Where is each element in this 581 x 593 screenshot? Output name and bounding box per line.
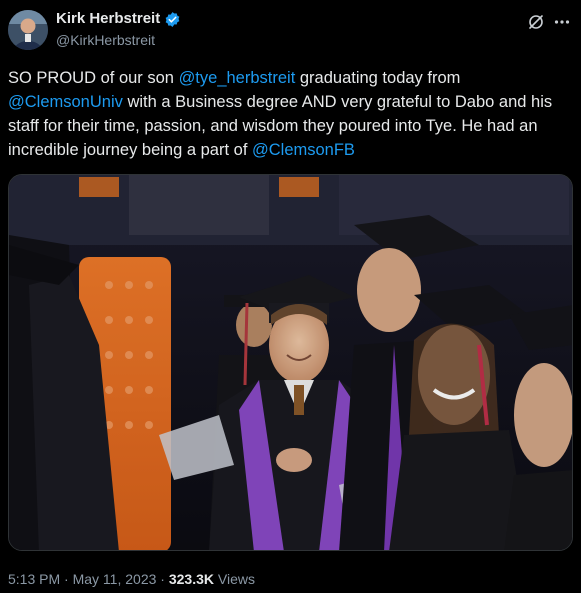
avatar[interactable]	[8, 10, 48, 50]
meta-separator: ·	[64, 571, 69, 587]
tweet-text-segment: graduating today from	[295, 69, 465, 87]
tweet-meta: 5:13 PM · May 11, 2023 · 323.3K Views	[8, 570, 255, 588]
tweet-photo[interactable]	[8, 174, 573, 551]
mention-link[interactable]: @ClemsonUniv	[8, 93, 123, 111]
author-name-row: Kirk Herbstreit	[56, 10, 181, 28]
meta-separator: ·	[160, 571, 165, 587]
tweet-card: Kirk Herbstreit @KirkHerbstreit SO PROUD…	[0, 0, 581, 593]
display-name[interactable]: Kirk Herbstreit	[56, 10, 160, 28]
mention-link[interactable]: @tye_herbstreit	[179, 69, 296, 87]
tweet-text-segment: SO PROUD of our son	[8, 69, 179, 87]
author-handle[interactable]: @KirkHerbstreit	[56, 32, 155, 49]
tweet-date[interactable]: May 11, 2023	[73, 571, 157, 587]
tweet-time[interactable]: 5:13 PM	[8, 571, 60, 587]
mention-link[interactable]: @ClemsonFB	[252, 141, 355, 159]
tweet-text: SO PROUD of our son @tye_herbstreit grad…	[8, 66, 574, 162]
grok-icon[interactable]	[527, 13, 545, 31]
views-count[interactable]: 323.3K	[169, 571, 214, 587]
verified-badge-icon	[164, 11, 181, 28]
more-options-icon[interactable]	[553, 13, 571, 31]
views-label: Views	[217, 571, 255, 587]
